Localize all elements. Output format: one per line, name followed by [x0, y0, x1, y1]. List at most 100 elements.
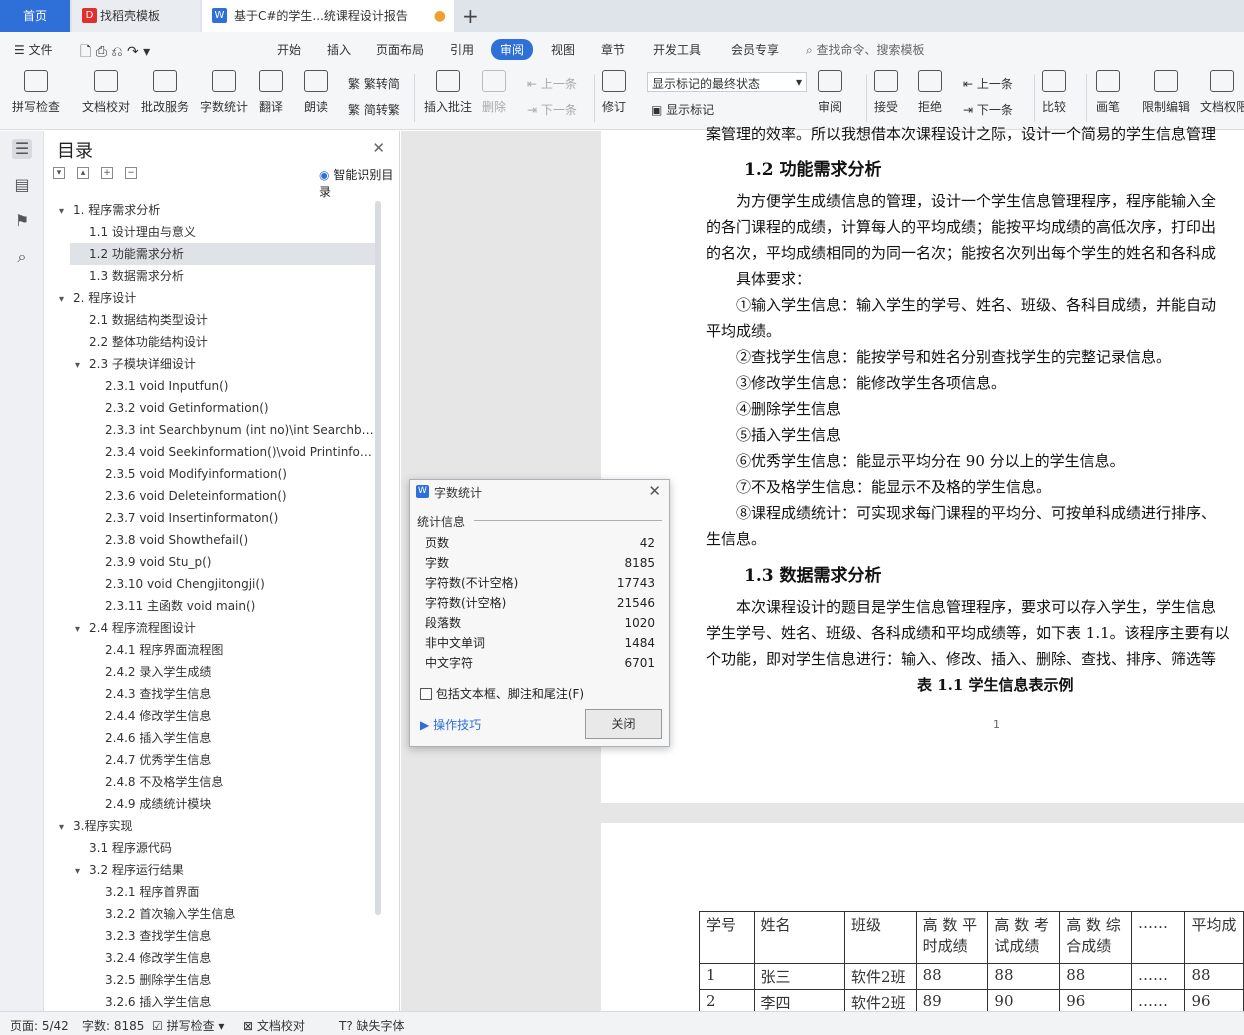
- close-button[interactable]: 关闭: [585, 709, 662, 739]
- toc-item[interactable]: 2.3.2 void Getinformation(): [91, 397, 375, 419]
- menu-view[interactable]: 视图: [551, 41, 575, 58]
- toc-item[interactable]: ▾ 3.2 程序运行结果: [75, 859, 375, 881]
- prev-comment-button[interactable]: ⇤ 上一条: [527, 75, 577, 92]
- toc-icon[interactable]: ☰: [12, 139, 32, 159]
- search-icon[interactable]: ⌕: [12, 247, 32, 267]
- compare-button[interactable]: 比较: [1042, 66, 1066, 115]
- menu-insert[interactable]: 插入: [327, 41, 351, 58]
- toc-item[interactable]: 2.4.9 成绩统计模块: [91, 793, 375, 815]
- pen-button[interactable]: 画笔: [1096, 66, 1120, 115]
- toc-item[interactable]: 1.2 功能需求分析: [70, 243, 375, 265]
- toc-item[interactable]: ▾ 2. 程序设计: [59, 287, 375, 309]
- toc-item[interactable]: ▾ 1. 程序需求分析: [59, 199, 375, 221]
- chevron-down-icon[interactable]: ▾: [75, 861, 89, 881]
- next-comment-button[interactable]: ⇥ 下一条: [527, 101, 577, 118]
- quick-access-icons[interactable]: 🗋 ⎙ ⎌ ↷ ▾: [80, 41, 150, 65]
- insert-comment-button[interactable]: 插入批注: [424, 66, 472, 115]
- add-item-icon[interactable]: +: [101, 167, 113, 179]
- menu-member[interactable]: 会员专享: [731, 41, 779, 58]
- toc-item[interactable]: 2.4.6 插入学生信息: [91, 727, 375, 749]
- missing-font-status[interactable]: T? 缺失字体: [339, 1017, 405, 1034]
- menu-layout[interactable]: 页面布局: [376, 41, 424, 58]
- chevron-down-icon[interactable]: ▾: [75, 355, 89, 375]
- toc-item[interactable]: 2.3.8 void Showthefail(): [91, 529, 375, 551]
- track-changes-button[interactable]: 修订: [602, 66, 626, 115]
- toc-item[interactable]: 1.3 数据需求分析: [75, 265, 375, 287]
- toc-item[interactable]: 3.2.3 查找学生信息: [91, 925, 375, 947]
- toc-item[interactable]: 3.2.2 首次输入学生信息: [91, 903, 375, 925]
- translate-button[interactable]: 翻译: [259, 66, 283, 115]
- smart-toc-button[interactable]: ◉ 智能识别目录: [319, 166, 399, 200]
- toc-item[interactable]: 3.1 程序源代码: [75, 837, 375, 859]
- toc-scrollbar[interactable]: [375, 201, 381, 915]
- toc-item[interactable]: 3.2.5 删除学生信息: [91, 969, 375, 991]
- toc-item[interactable]: ▾ 3.程序实现: [59, 815, 375, 837]
- toc-item[interactable]: 3.2.6 插入学生信息: [91, 991, 375, 1013]
- toc-item[interactable]: 2.3.1 void Inputfun(): [91, 375, 375, 397]
- remove-item-icon[interactable]: −: [125, 167, 137, 179]
- doc-permission-button[interactable]: 文档权限: [1200, 66, 1244, 115]
- tips-link[interactable]: ▶ 操作技巧: [420, 716, 481, 733]
- toc-item[interactable]: 2.4.8 不及格学生信息: [91, 771, 375, 793]
- prev-change-button[interactable]: ⇤ 上一条: [963, 75, 1013, 92]
- chevron-down-icon[interactable]: ▾: [59, 817, 73, 837]
- toc-item[interactable]: 2.3.5 void Modifyinformation(): [91, 463, 375, 485]
- chevron-down-icon[interactable]: ▾: [59, 289, 73, 309]
- menu-home[interactable]: 开始: [277, 41, 301, 58]
- show-markup-button[interactable]: ▣ 显示标记: [651, 101, 714, 118]
- menu-references[interactable]: 引用: [450, 41, 474, 58]
- proofread-button[interactable]: 文档校对: [82, 66, 130, 115]
- toc-item[interactable]: 2.3.11 主函数 void main(): [91, 595, 375, 617]
- toc-item[interactable]: 2.3.10 void Chengjitongji(): [91, 573, 375, 595]
- accept-button[interactable]: 接受: [874, 66, 898, 115]
- toc-item[interactable]: 2.4.1 程序界面流程图: [91, 639, 375, 661]
- spell-check-button[interactable]: 拼写检查: [12, 66, 60, 115]
- tab-template[interactable]: D 找稻壳模板: [72, 0, 200, 32]
- include-checkbox[interactable]: 包括文本框、脚注和尾注(F): [420, 685, 584, 702]
- delete-comment-button[interactable]: 删除: [482, 66, 506, 115]
- tab-document[interactable]: W 基于C#的学生...统课程设计报告 ●: [202, 0, 454, 32]
- expand-up-icon[interactable]: ▴: [77, 167, 89, 179]
- tab-home[interactable]: 首页: [0, 0, 70, 32]
- toc-item[interactable]: 3.2.4 修改学生信息: [91, 947, 375, 969]
- toc-item[interactable]: 2.2 整体功能结构设计: [75, 331, 375, 353]
- toc-item[interactable]: 2.4.4 修改学生信息: [91, 705, 375, 727]
- toc-item[interactable]: 2.3.9 void Stu_p(): [91, 551, 375, 573]
- markup-state-select[interactable]: 显示标记的最终状态 ▾: [647, 72, 807, 92]
- new-tab-icon[interactable]: +: [462, 4, 479, 28]
- menu-review[interactable]: 审阅: [491, 39, 534, 60]
- simp-to-trad-button[interactable]: 繁 简转繁: [348, 101, 400, 118]
- close-icon[interactable]: ✕: [648, 482, 661, 500]
- trad-to-simp-button[interactable]: 繁 繁转简: [348, 75, 400, 92]
- page-indicator[interactable]: 页面: 5/42: [10, 1017, 69, 1034]
- toc-item[interactable]: 1.1 设计理由与意义: [75, 221, 375, 243]
- menu-chapter[interactable]: 章节: [601, 41, 625, 58]
- review-pane-button[interactable]: 审阅: [818, 66, 842, 115]
- batch-service-button[interactable]: 批改服务: [141, 66, 189, 115]
- toc-item[interactable]: 2.4.2 录入学生成绩: [91, 661, 375, 683]
- next-change-button[interactable]: ⇥ 下一条: [963, 101, 1013, 118]
- word-count-indicator[interactable]: 字数: 8185: [82, 1017, 144, 1034]
- word-count-button[interactable]: 字数统计: [200, 66, 248, 115]
- toc-item[interactable]: 2.3.7 void Insertinformaton(): [91, 507, 375, 529]
- menu-developer[interactable]: 开发工具: [653, 41, 701, 58]
- toc-item[interactable]: 2.3.4 void Seekinformation()\void Printi…: [91, 441, 375, 463]
- read-aloud-button[interactable]: 朗读: [304, 66, 328, 115]
- reject-button[interactable]: 拒绝: [918, 66, 942, 115]
- chevron-down-icon[interactable]: ▾: [75, 619, 89, 639]
- chapter-icon[interactable]: ▤: [12, 175, 32, 195]
- spell-check-status[interactable]: ☑ 拼写检查 ▾: [152, 1017, 224, 1034]
- toc-item[interactable]: ▾ 2.4 程序流程图设计: [75, 617, 375, 639]
- bookmark-icon[interactable]: ⚑: [12, 211, 32, 231]
- restrict-edit-button[interactable]: 限制编辑: [1142, 66, 1190, 115]
- toc-item[interactable]: 2.3.3 int Searchbynum (int no)\int Searc…: [91, 419, 375, 441]
- toc-item[interactable]: 2.1 数据结构类型设计: [75, 309, 375, 331]
- toc-item[interactable]: 2.4.7 优秀学生信息: [91, 749, 375, 771]
- search-command[interactable]: ⌕ 查找命令、搜索模板: [806, 41, 925, 58]
- toc-item[interactable]: ▾ 2.3 子模块详细设计: [75, 353, 375, 375]
- toc-item[interactable]: 2.4.3 查找学生信息: [91, 683, 375, 705]
- chevron-down-icon[interactable]: ▾: [59, 201, 73, 221]
- proofread-status[interactable]: ⊠ 文档校对: [243, 1017, 305, 1034]
- collapse-all-icon[interactable]: ▾: [53, 167, 65, 179]
- close-icon[interactable]: ✕: [372, 139, 385, 157]
